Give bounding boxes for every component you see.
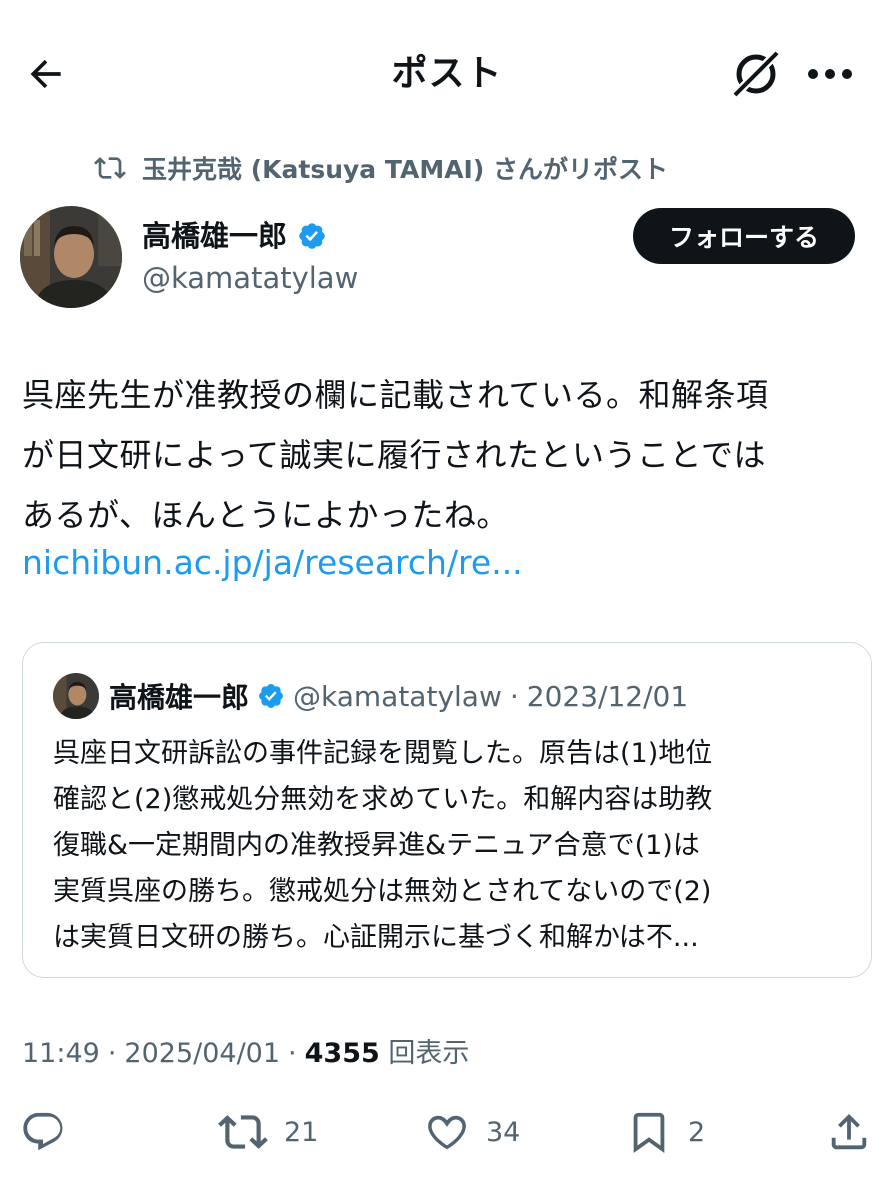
author-name[interactable]: 高橋雄一郎 xyxy=(142,216,327,256)
quote-text: 呉座日文研訴訟の事件記録を閲覧した。原告は(1)地位 確認と(2)懲戒処分無効を… xyxy=(53,731,853,961)
verified-badge-icon xyxy=(297,221,327,251)
post-text-line: 呉座先生が准教授の欄に記載されている。和解条項 xyxy=(22,376,769,414)
share-icon xyxy=(831,1113,867,1150)
top-bar: ポスト xyxy=(0,0,894,140)
post-meta: 11:49 · 2025/04/01 · 4355 回表示 xyxy=(22,1034,469,1074)
post-link[interactable]: nichibun.ac.jp/ja/research/re... xyxy=(22,535,523,591)
post-text-line: が日文研によって誠実に履行されたということでは xyxy=(22,436,766,474)
quote-avatar xyxy=(53,673,99,719)
post-time[interactable]: 11:49 xyxy=(22,1034,100,1074)
bookmark-count: 2 xyxy=(688,1116,706,1148)
grok-icon xyxy=(731,49,781,99)
more-horizontal-icon xyxy=(808,69,852,79)
meta-separator: · xyxy=(288,1038,297,1069)
author-name-text: 高橋雄一郎 xyxy=(142,219,288,253)
meta-separator: · xyxy=(107,1038,117,1069)
repost-icon xyxy=(92,150,128,186)
bookmark-icon xyxy=(633,1112,665,1153)
post-text: 呉座先生が准教授の欄に記載されている。和解条項 が日文研によって誠実に履行された… xyxy=(22,365,872,545)
views-label: 回表示 xyxy=(388,1038,470,1069)
author-handle[interactable]: @kamatatylaw xyxy=(142,258,358,298)
quote-text-line: は実質日文研の勝ち。心証開示に基づく和解かは不... xyxy=(53,922,699,953)
reply-icon xyxy=(23,1112,63,1151)
quote-author-handle: @kamatatylaw xyxy=(293,679,502,713)
repost-notice-text: 玉井克哉 (Katsuya TAMAI) さんがリポスト xyxy=(142,155,668,184)
like-count: 34 xyxy=(486,1116,521,1148)
quote-text-line: 復職&一定期間内の准教授昇進&テニュア合意で(1)は xyxy=(53,830,700,861)
views-count: 4355 xyxy=(304,1038,380,1069)
more-options-button[interactable] xyxy=(802,50,858,98)
quote-text-line: 確認と(2)懲戒処分無効を求めていた。和解内容は助教 xyxy=(53,784,713,815)
repost-icon xyxy=(218,1115,268,1149)
grok-button[interactable] xyxy=(728,46,784,102)
action-bar: 21 34 2 xyxy=(0,1100,894,1164)
quoted-post[interactable]: 高橋雄一郎 @kamatatylaw · 2023/12/01 呉座日文研訴訟の… xyxy=(22,642,872,978)
like-button[interactable]: 34 xyxy=(424,1100,520,1164)
repost-button[interactable]: 21 xyxy=(218,1100,318,1164)
quote-author-name: 高橋雄一郎 xyxy=(109,681,250,714)
verified-badge-icon xyxy=(257,682,285,710)
share-button[interactable] xyxy=(826,1100,872,1164)
avatar[interactable] xyxy=(20,206,122,308)
follow-button[interactable]: フォローする xyxy=(633,208,855,264)
quote-text-line: 呉座日文研訴訟の事件記録を閲覧した。原告は(1)地位 xyxy=(53,738,713,769)
bookmark-button[interactable]: 2 xyxy=(626,1100,705,1164)
quote-header: 高橋雄一郎 @kamatatylaw · 2023/12/01 xyxy=(109,673,688,719)
quote-text-line: 実質呉座の勝ち。懲戒処分は無効とされてないので(2) xyxy=(53,876,712,907)
heart-icon xyxy=(428,1115,466,1150)
repost-notice[interactable]: 玉井克哉 (Katsuya TAMAI) さんがリポスト xyxy=(92,150,668,186)
quote-separator: · xyxy=(509,679,519,713)
repost-count: 21 xyxy=(284,1116,319,1148)
post-date[interactable]: 2025/04/01 xyxy=(124,1034,280,1074)
quote-date: 2023/12/01 xyxy=(526,679,689,713)
reply-button[interactable] xyxy=(20,1100,66,1164)
